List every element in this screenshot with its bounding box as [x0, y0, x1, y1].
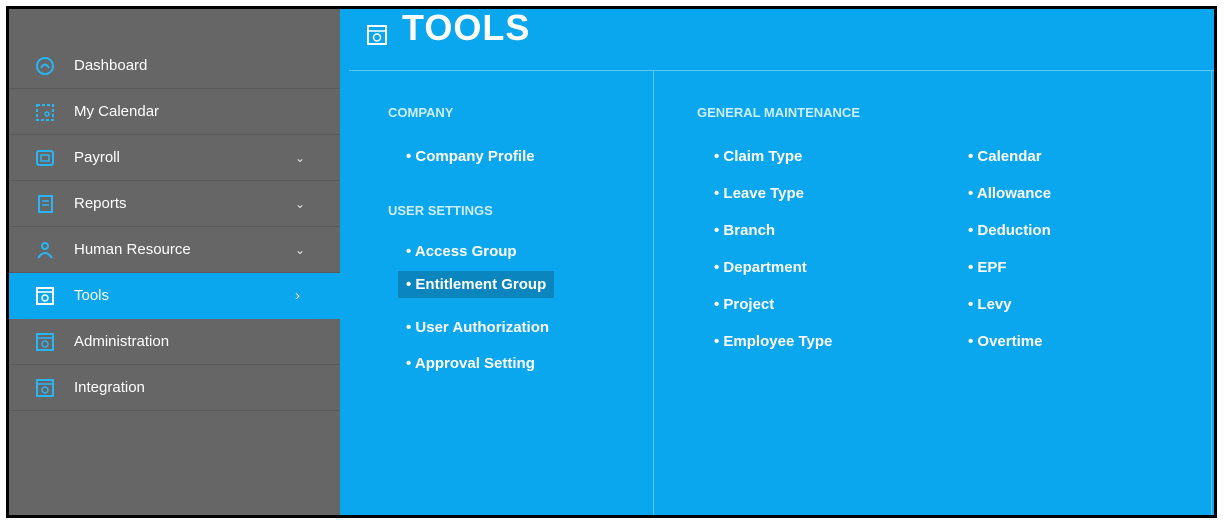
sidebar-item-label: Administration — [74, 333, 170, 350]
calendar-icon — [34, 102, 56, 122]
link-department[interactable]: • Department — [714, 259, 807, 276]
link-entitlement-group[interactable]: • Entitlement Group — [398, 271, 555, 298]
payroll-icon — [34, 148, 56, 168]
sidebar-item-my-calendar[interactable]: My Calendar — [9, 89, 340, 135]
page-title: TOOLS — [366, 9, 530, 61]
sidebar-item-integration[interactable]: Integration — [9, 365, 340, 411]
sidebar-item-reports[interactable]: Reports ⌄ — [9, 181, 340, 227]
chevron-down-icon: ⌄ — [295, 242, 306, 257]
sidebar-item-label: Reports — [74, 195, 127, 212]
sidebar-item-human-resource[interactable]: Human Resource ⌄ — [9, 227, 340, 273]
app-window: Dashboard My Calendar Payroll ⌄ Reports … — [6, 6, 1217, 518]
link-overtime[interactable]: • Overtime — [968, 333, 1042, 350]
section-heading-company: COMPANY — [388, 105, 454, 120]
link-approval-setting[interactable]: • Approval Setting — [406, 355, 535, 372]
sidebar-item-label: Payroll — [74, 149, 120, 166]
chevron-down-icon: ⌄ — [295, 196, 306, 211]
sidebar-item-label: Integration — [74, 379, 145, 396]
divider — [1211, 70, 1212, 515]
integration-icon — [34, 378, 56, 398]
tools-icon — [366, 24, 388, 46]
gauge-icon — [34, 56, 56, 76]
chevron-down-icon: ⌄ — [295, 150, 306, 165]
link-leave-type[interactable]: • Leave Type — [714, 185, 804, 202]
link-levy[interactable]: • Levy — [968, 296, 1012, 313]
link-company-profile[interactable]: • Company Profile — [406, 148, 535, 165]
section-heading-user-settings: USER SETTINGS — [388, 203, 493, 218]
link-calendar[interactable]: • Calendar — [968, 148, 1042, 165]
admin-icon — [34, 332, 56, 352]
link-user-authorization[interactable]: • User Authorization — [406, 319, 549, 336]
sidebar-item-label: Tools — [74, 287, 110, 304]
page-title-text: TOOLS — [402, 7, 531, 48]
link-epf[interactable]: • EPF — [968, 259, 1007, 276]
sidebar-item-dashboard[interactable]: Dashboard — [9, 43, 340, 89]
link-branch[interactable]: • Branch — [714, 222, 775, 239]
sidebar-item-label: Human Resource — [74, 241, 191, 258]
tools-icon — [34, 286, 56, 306]
section-heading-general-maintenance: GENERAL MAINTENANCE — [697, 105, 860, 120]
link-deduction[interactable]: • Deduction — [968, 222, 1051, 239]
link-employee-type[interactable]: • Employee Type — [714, 333, 832, 350]
sidebar-item-label: My Calendar — [74, 103, 160, 120]
sidebar-item-administration[interactable]: Administration — [9, 319, 340, 365]
sidebar-item-tools[interactable]: Tools › — [9, 273, 340, 319]
report-icon — [34, 194, 56, 214]
chevron-right-icon: › — [295, 287, 300, 304]
sidebar-item-payroll[interactable]: Payroll ⌄ — [9, 135, 340, 181]
divider — [349, 70, 1214, 71]
divider — [653, 70, 654, 515]
link-allowance[interactable]: • Allowance — [968, 185, 1051, 202]
sidebar: Dashboard My Calendar Payroll ⌄ Reports … — [9, 9, 340, 515]
tools-panel: TOOLS COMPANY • Company Profile USER SET… — [349, 9, 1214, 515]
link-claim-type[interactable]: • Claim Type — [714, 148, 802, 165]
link-project[interactable]: • Project — [714, 296, 774, 313]
people-icon — [34, 240, 56, 260]
link-access-group[interactable]: • Access Group — [406, 243, 517, 260]
sidebar-item-label: Dashboard — [74, 57, 148, 74]
